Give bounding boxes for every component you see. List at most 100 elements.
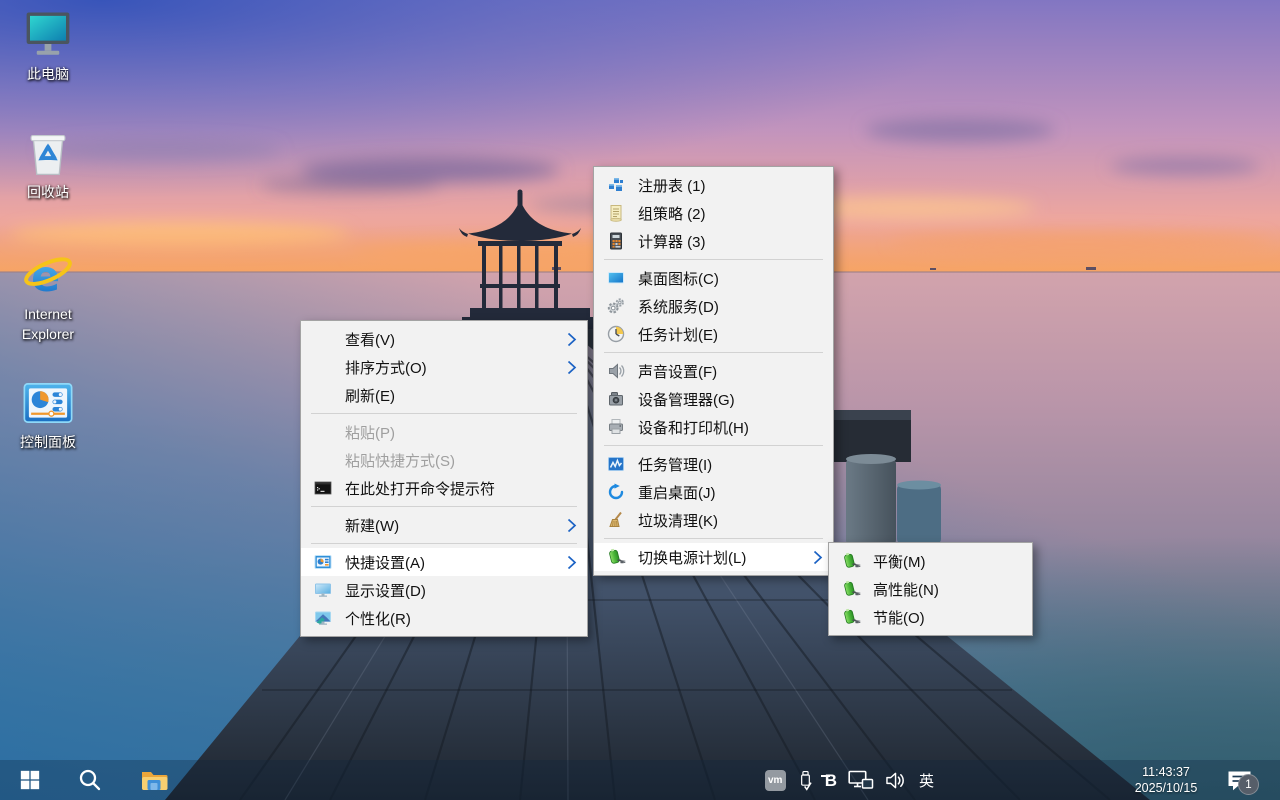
menu-item-label: 显示设置(D) (345, 580, 577, 601)
menu-item-switch-power-plan[interactable]: 切换电源计划(L) (594, 543, 833, 571)
menu-item-label: 快捷设置(A) (345, 552, 559, 573)
menu-item-label: 节能(O) (873, 607, 1022, 628)
ime-language-tray-icon[interactable]: 英 (919, 770, 934, 791)
group-policy-icon (606, 203, 626, 223)
folder-icon (140, 768, 168, 792)
menu-separator (311, 543, 577, 544)
menu-item-sort-by[interactable]: 排序方式(O) (301, 353, 587, 381)
menu-item-power-saver[interactable]: 节能(O) (829, 603, 1032, 631)
menu-item-label: 设备和打印机(H) (638, 417, 823, 438)
printer-icon (606, 417, 626, 437)
menu-item-group-policy[interactable]: 组策略 (2) (594, 199, 833, 227)
menu-item-device-manager[interactable]: 设备管理器(G) (594, 385, 833, 413)
desktop-icon-recycle-bin[interactable]: 回收站 (0, 126, 96, 203)
control-panel-icon (21, 376, 75, 430)
clock-time: 11:43:37 (1116, 764, 1216, 780)
menu-item-task-manager[interactable]: 任务管理(I) (594, 450, 833, 478)
device-manager-icon (606, 389, 626, 409)
input-method-b-tray-icon[interactable]: B (825, 772, 837, 789)
menu-item-label: 刷新(E) (345, 385, 577, 406)
menu-item-desktop-icons[interactable]: 桌面图标(C) (594, 264, 833, 292)
menu-item-balanced[interactable]: 平衡(M) (829, 547, 1032, 575)
submenu-arrow-icon (813, 550, 823, 565)
clock-date: 2025/10/15 (1116, 780, 1216, 796)
desktop-screen: { "desktop": { "icons": [ { "id": "this-… (0, 0, 1280, 800)
display-settings-icon (313, 580, 333, 600)
vmware-glyph: vm (765, 770, 786, 791)
start-button[interactable] (8, 760, 52, 800)
desktop-icon-this-pc[interactable]: 此电脑 (0, 8, 96, 85)
cleanup-icon (606, 510, 626, 530)
menu-item-quick-settings[interactable]: 快捷设置(A) (301, 548, 587, 576)
menu-item-display-settings[interactable]: 显示设置(D) (301, 576, 587, 604)
menu-separator (604, 445, 823, 446)
calculator-icon (606, 231, 626, 251)
sound-icon (606, 361, 626, 381)
desktop-icon-label: 控制面板 (0, 433, 96, 453)
menu-item-label: 平衡(M) (873, 551, 1022, 572)
menu-item-paste[interactable]: 粘贴(P) (301, 418, 587, 446)
menu-item-paste-shortcut[interactable]: 粘贴快捷方式(S) (301, 446, 587, 474)
menu-item-label: 在此处打开命令提示符 (345, 478, 577, 499)
restart-icon (606, 482, 626, 502)
menu-item-label: 重启桌面(J) (638, 482, 823, 503)
menu-item-label: 声音设置(F) (638, 361, 823, 382)
system-tray: vm B 英 (765, 760, 934, 800)
desktop-icon-internet-explorer[interactable]: eInternet Explorer (0, 248, 96, 344)
menu-separator (604, 538, 823, 539)
submenu-arrow-icon (567, 360, 577, 375)
menu-item-label: 计算器 (3) (638, 231, 823, 252)
menu-item-task-scheduler[interactable]: 任务计划(E) (594, 320, 833, 348)
menu-item-sound-settings[interactable]: 声音设置(F) (594, 357, 833, 385)
menu-item-refresh[interactable]: 刷新(E) (301, 381, 587, 409)
desktop-icons-icon (606, 268, 626, 288)
menu-item-personalization[interactable]: 个性化(R) (301, 604, 587, 632)
notification-badge: 1 (1238, 774, 1259, 795)
menu-item-open-command-prompt-here[interactable]: 在此处打开命令提示符 (301, 474, 587, 502)
power-plan-icon (841, 579, 861, 599)
menu-item-view[interactable]: 查看(V) (301, 325, 587, 353)
menu-item-junk-cleanup[interactable]: 垃圾清理(K) (594, 506, 833, 534)
submenu-arrow-icon (567, 518, 577, 533)
task-manager-icon (606, 454, 626, 474)
volume-tray-icon[interactable] (885, 770, 908, 791)
menu-item-label: 查看(V) (345, 329, 559, 350)
quick-settings-submenu: 注册表 (1) 组策略 (2) 计算器 (3) 桌面图标(C) 系统服务(D) 任务计划(… (593, 166, 834, 576)
menu-item-restart-desktop[interactable]: 重启桌面(J) (594, 478, 833, 506)
menu-item-high-performance[interactable]: 高性能(N) (829, 575, 1032, 603)
internet-explorer-icon: e (21, 248, 75, 302)
file-explorer-button[interactable] (132, 760, 176, 800)
menu-item-new[interactable]: 新建(W) (301, 511, 587, 539)
action-center-button[interactable]: 1 (1222, 760, 1274, 800)
usb-safely-remove-tray-icon[interactable] (797, 769, 814, 792)
icon-spacer (313, 385, 333, 405)
search-icon (78, 768, 102, 792)
menu-item-label: 个性化(R) (345, 608, 577, 629)
submenu-arrow-icon (567, 555, 577, 570)
submenu-arrow-icon (567, 332, 577, 347)
menu-item-label: 任务计划(E) (638, 324, 823, 345)
network-tray-icon[interactable] (848, 770, 874, 791)
menu-item-label: 桌面图标(C) (638, 268, 823, 289)
vmware-tray-icon[interactable]: vm (765, 770, 786, 791)
menu-item-devices-and-printers[interactable]: 设备和打印机(H) (594, 413, 833, 441)
taskbar-clock[interactable]: 11:43:37 2025/10/15 (1116, 764, 1216, 796)
cmd-icon (313, 478, 333, 498)
power-plan-icon (841, 607, 861, 627)
menu-item-registry[interactable]: 注册表 (1) (594, 171, 833, 199)
menu-item-label: 高性能(N) (873, 579, 1022, 600)
menu-item-label: 注册表 (1) (638, 175, 823, 196)
recycle-bin-icon (21, 126, 75, 180)
desktop-icon-label: 回收站 (0, 183, 96, 203)
taskbar: vm B 英 11:43:37 2025/10/15 1 (0, 760, 1280, 800)
task-scheduler-icon (606, 324, 626, 344)
search-button[interactable] (68, 760, 112, 800)
menu-item-system-services[interactable]: 系统服务(D) (594, 292, 833, 320)
menu-item-calculator[interactable]: 计算器 (3) (594, 227, 833, 255)
icon-spacer (313, 450, 333, 470)
power-plan-submenu: 平衡(M) 高性能(N) 节能(O) (828, 542, 1033, 636)
icon-spacer (313, 422, 333, 442)
windows-logo-icon (19, 769, 41, 791)
desktop-icon-control-panel[interactable]: 控制面板 (0, 376, 96, 453)
icon-spacer (313, 515, 333, 535)
